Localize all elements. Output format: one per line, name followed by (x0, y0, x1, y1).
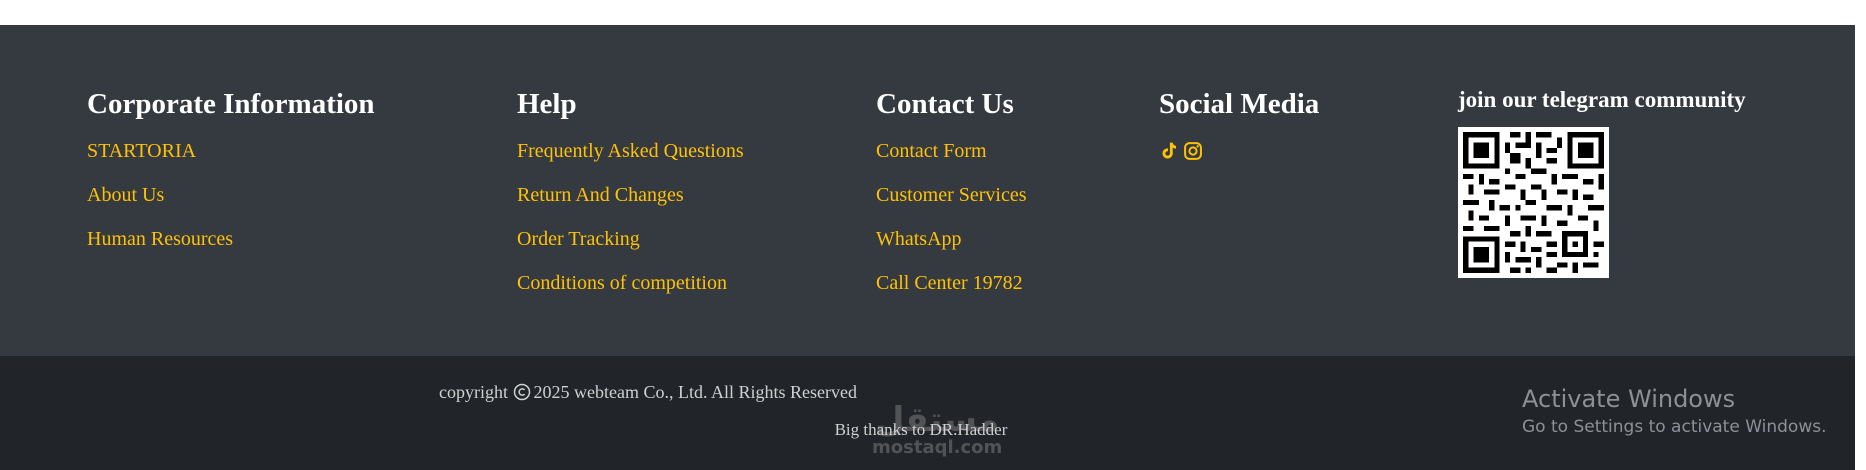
customer-services-link[interactable]: Customer Services (876, 184, 1027, 206)
call-center-link[interactable]: Call Center 19782 (876, 272, 1023, 294)
contact-us-column: Contact Us Contact Form Customer Service… (876, 86, 1027, 315)
social-media-heading: Social Media (1159, 88, 1320, 120)
site-footer: Corporate Information STARTORIA About Us… (0, 25, 1855, 356)
list-item: Customer Services (876, 183, 1027, 209)
activate-windows-subtitle: Go to Settings to activate Windows. (1522, 417, 1827, 437)
corporate-information-column: Corporate Information STARTORIA About Us… (87, 86, 375, 271)
activate-windows-overlay: Activate Windows Go to Settings to activ… (1522, 384, 1827, 440)
help-column: Help Frequently Asked Questions Return A… (517, 86, 744, 315)
list-item: Order Tracking (517, 227, 744, 253)
social-media-column: Social Media (1159, 86, 1319, 161)
faq-link[interactable]: Frequently Asked Questions (517, 140, 744, 162)
list-item: Return And Changes (517, 183, 744, 209)
footer-bottom-bar: مستقل mostaql.com copyright 2025 webteam… (0, 356, 1855, 470)
help-links: Frequently Asked Questions Return And Ch… (517, 139, 744, 297)
whatsapp-link[interactable]: WhatsApp (876, 228, 962, 250)
contact-links: Contact Form Customer Services WhatsApp … (876, 139, 1027, 297)
corporate-links: STARTORIA About Us Human Resources (87, 139, 375, 253)
copyright-rest: 2025 webteam Co., Ltd. All Rights Reserv… (533, 382, 857, 402)
list-item: About Us (87, 183, 375, 209)
copyright-icon (513, 383, 531, 406)
telegram-column: join our telegram community (1458, 85, 1746, 278)
list-item: Conditions of competition (517, 271, 744, 297)
telegram-heading: join our telegram community (1458, 87, 1746, 112)
activate-windows-title: Activate Windows (1522, 385, 1736, 413)
list-item: STARTORIA (87, 139, 375, 165)
help-heading: Help (517, 88, 577, 120)
scrollbar-track[interactable] (1855, 0, 1866, 470)
list-item: WhatsApp (876, 227, 1027, 253)
copyright-text: copyright 2025 webteam Co., Ltd. All Rig… (0, 382, 1296, 406)
list-item: Frequently Asked Questions (517, 139, 744, 165)
contact-form-link[interactable]: Contact Form (876, 140, 987, 162)
list-item: Contact Form (876, 139, 1027, 165)
page-top-spacer (0, 0, 1866, 25)
human-resources-link[interactable]: Human Resources (87, 228, 233, 250)
social-icons (1159, 141, 1319, 161)
startoria-link[interactable]: STARTORIA (87, 140, 196, 162)
list-item: Human Resources (87, 227, 375, 253)
conditions-of-competition-link[interactable]: Conditions of competition (517, 272, 727, 294)
order-tracking-link[interactable]: Order Tracking (517, 228, 640, 250)
contact-us-heading: Contact Us (876, 88, 1014, 120)
corporate-information-heading: Corporate Information (87, 88, 375, 120)
telegram-qr-code[interactable] (1458, 127, 1609, 278)
instagram-icon[interactable] (1183, 141, 1203, 161)
copyright-label: copyright (439, 382, 509, 402)
tiktok-icon[interactable] (1159, 141, 1179, 161)
watermark-latin: mostaql.com (872, 437, 1003, 458)
about-us-link[interactable]: About Us (87, 184, 164, 206)
return-and-changes-link[interactable]: Return And Changes (517, 184, 684, 206)
list-item: Call Center 19782 (876, 271, 1027, 297)
